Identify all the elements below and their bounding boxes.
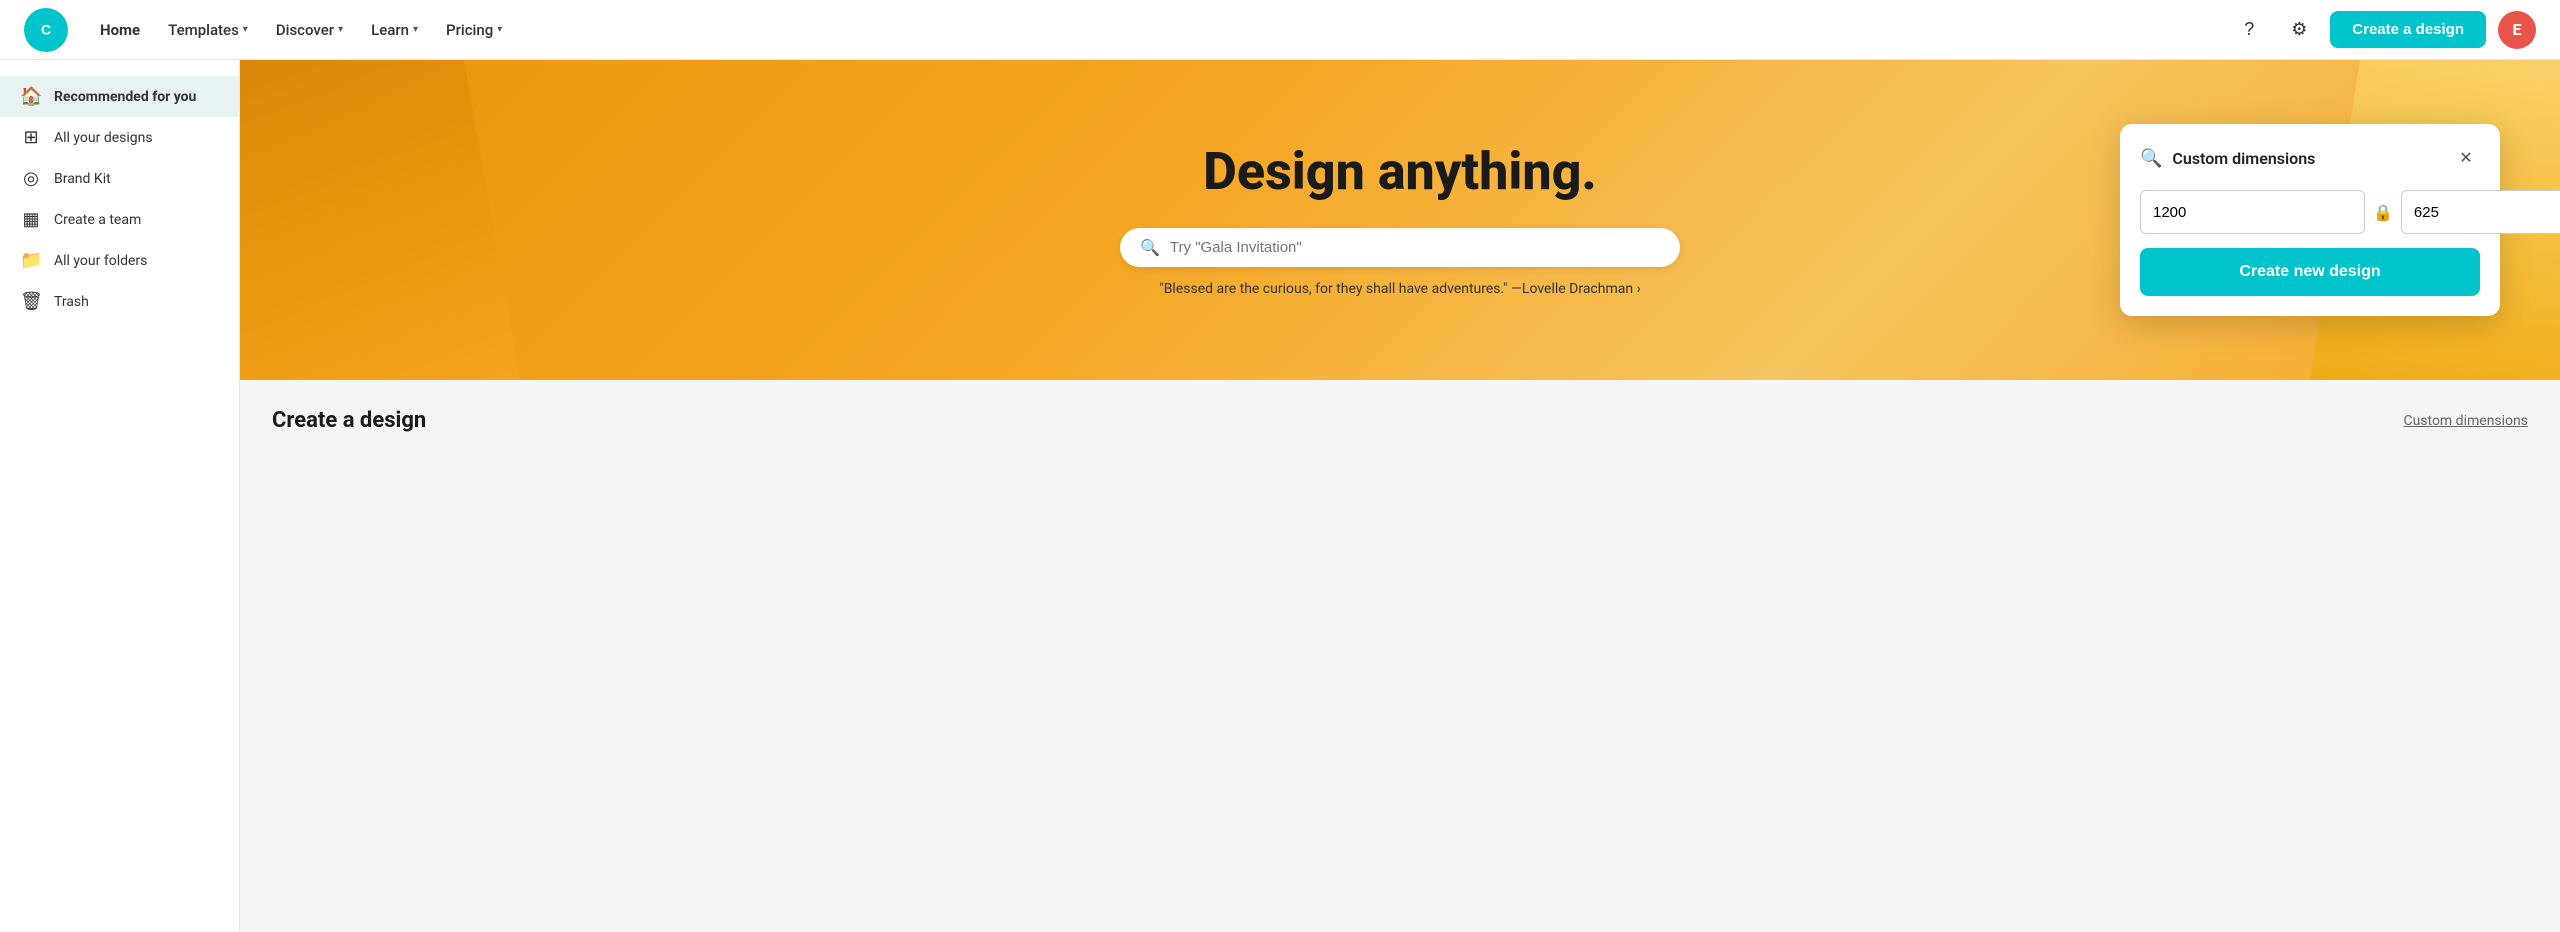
close-icon: ✕	[2459, 148, 2472, 168]
nav-home[interactable]: Home	[88, 13, 152, 47]
sidebar-item-recommended[interactable]: 🏠 Recommended for you	[0, 76, 239, 117]
settings-icon: ⚙	[2291, 19, 2307, 40]
cdp-header: 🔍 Custom dimensions ✕	[2140, 144, 2480, 172]
hero-title: Design anything.	[1120, 143, 1680, 200]
cdp-height-input[interactable]	[2401, 190, 2560, 234]
trash-icon: 🗑	[20, 291, 42, 312]
cdp-title: Custom dimensions	[2172, 149, 2442, 168]
sidebar-item-create-team[interactable]: ▦ Create a team	[0, 199, 239, 240]
hero-search-icon: 🔍	[1140, 238, 1160, 257]
discover-chevron-icon: ▾	[338, 24, 343, 35]
brand-icon: ◎	[20, 168, 42, 189]
hero-text: Design anything. 🔍	[1120, 143, 1680, 267]
topnav: C Home Templates ▾ Discover ▾ Learn ▾ Pr…	[0, 0, 2560, 60]
cdp-search-icon: 🔍	[2140, 148, 2162, 169]
learn-chevron-icon: ▾	[413, 24, 418, 35]
hero-search-input[interactable]	[1170, 239, 1660, 256]
folder-icon: 📁	[20, 250, 42, 271]
sidebar-item-brand-kit[interactable]: ◎ Brand Kit	[0, 158, 239, 199]
main-layout: 🏠 Recommended for you ⊞ All your designs…	[0, 60, 2560, 932]
grid-icon: ⊞	[20, 127, 42, 148]
nav-templates[interactable]: Templates ▾	[156, 13, 260, 47]
svg-text:C: C	[41, 21, 51, 37]
nav-pricing[interactable]: Pricing ▾	[434, 13, 514, 47]
hero-deco-left	[240, 60, 520, 380]
sidebar-item-all-folders[interactable]: 📁 All your folders	[0, 240, 239, 281]
templates-chevron-icon: ▾	[243, 24, 248, 35]
nav-links: Home Templates ▾ Discover ▾ Learn ▾ Pric…	[88, 13, 2230, 47]
section-title: Create a design	[272, 408, 426, 433]
main-content: Design anything. 🔍 "Blessed are the curi…	[240, 60, 2560, 932]
settings-button[interactable]: ⚙	[2280, 11, 2318, 49]
cdp-width-input[interactable]	[2140, 190, 2365, 234]
topnav-right: ? ⚙ Create a design E	[2230, 11, 2536, 49]
hero-search-bar: 🔍	[1120, 228, 1680, 267]
cdp-create-button[interactable]: Create new design	[2140, 248, 2480, 296]
custom-dimensions-panel: 🔍 Custom dimensions ✕ 🔒 px ▾ Create new …	[2120, 124, 2500, 316]
sidebar-item-trash[interactable]: 🗑 Trash	[0, 281, 239, 322]
section-header: Create a design Custom dimensions	[240, 380, 2560, 449]
cdp-inputs: 🔒 px ▾	[2140, 190, 2480, 234]
sidebar-item-all-designs[interactable]: ⊞ All your designs	[0, 117, 239, 158]
home-icon: 🏠	[20, 86, 42, 107]
lock-icon: 🔒	[2373, 203, 2393, 222]
nav-discover[interactable]: Discover ▾	[264, 13, 355, 47]
nav-learn[interactable]: Learn ▾	[359, 13, 430, 47]
hero-quote: "Blessed are the curious, for they shall…	[1159, 281, 1641, 297]
cdp-close-button[interactable]: ✕	[2452, 144, 2480, 172]
custom-dimensions-link[interactable]: Custom dimensions	[2403, 413, 2528, 429]
user-avatar[interactable]: E	[2498, 11, 2536, 49]
help-button[interactable]: ?	[2230, 11, 2268, 49]
pricing-chevron-icon: ▾	[497, 24, 502, 35]
canva-logo[interactable]: C	[24, 8, 68, 52]
create-design-button[interactable]: Create a design	[2330, 11, 2486, 48]
team-icon: ▦	[20, 209, 42, 230]
hero-quote-link[interactable]: "Blessed are the curious, for they shall…	[1159, 281, 1641, 297]
help-icon: ?	[2244, 19, 2254, 40]
sidebar: 🏠 Recommended for you ⊞ All your designs…	[0, 60, 240, 932]
